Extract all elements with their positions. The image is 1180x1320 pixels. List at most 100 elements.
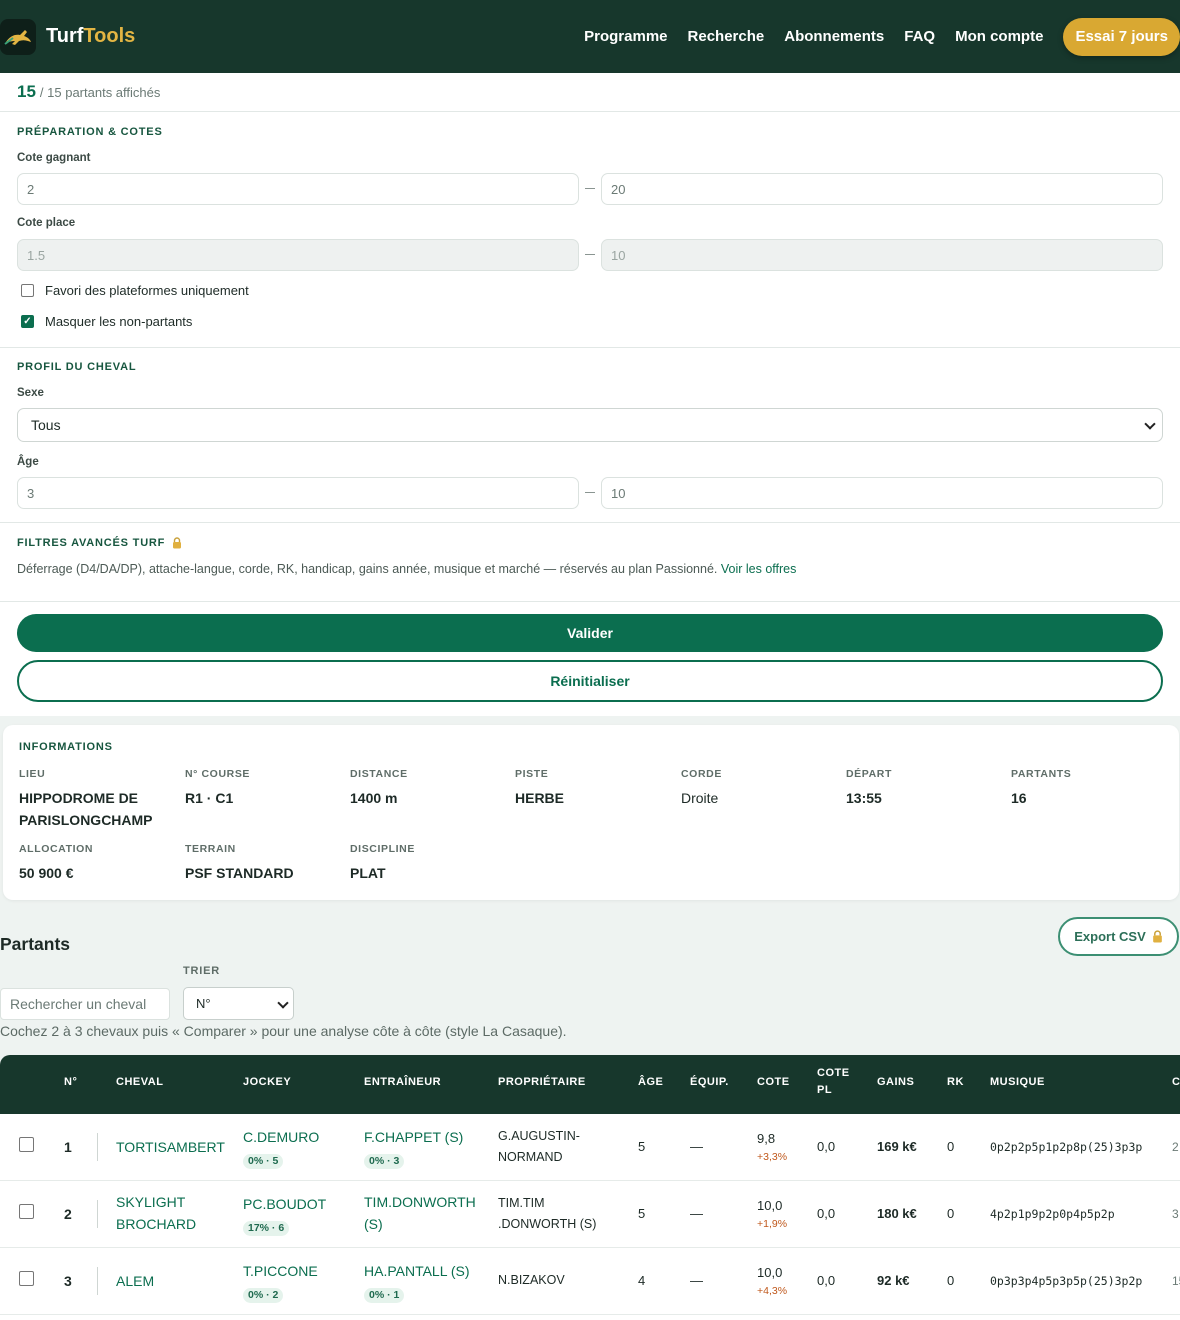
export-csv-label: Export CSV bbox=[1074, 929, 1146, 944]
col-header-equip[interactable]: ÉQUIP. bbox=[690, 1074, 729, 1091]
cell-num: 1 bbox=[64, 1139, 72, 1155]
range-dash bbox=[585, 492, 595, 493]
top-navbar: TurfTools Programme Recherche Abonnement… bbox=[0, 0, 1180, 73]
cell-jockey[interactable]: C.DEMURO 0% · 5 bbox=[243, 1126, 319, 1170]
divider bbox=[97, 1200, 98, 1228]
chevron-down-icon bbox=[277, 997, 289, 1009]
cell-gains: 180 k€ bbox=[877, 1206, 917, 1221]
export-csv-button[interactable]: Export CSV bbox=[1058, 917, 1179, 956]
jockey-link[interactable]: PC.BOUDOT bbox=[243, 1193, 326, 1215]
cell-jockey[interactable]: T.PICCONE 0% · 2 bbox=[243, 1260, 318, 1304]
cote-gagnant-min-input[interactable]: 2 bbox=[17, 173, 579, 205]
cell-cote-pl: 0,0 bbox=[817, 1139, 836, 1154]
col-header-cote-pl[interactable]: COTE PL bbox=[817, 1065, 857, 1099]
info-value: PLAT bbox=[350, 865, 386, 881]
brand-name[interactable]: TurfTools bbox=[46, 25, 135, 48]
masquer-checkbox[interactable]: ✓ bbox=[21, 315, 34, 328]
cote-value: 10,0 bbox=[757, 1265, 783, 1280]
cote-gagnant-label: Cote gagnant bbox=[17, 152, 91, 164]
reinitialiser-button[interactable]: Réinitialiser bbox=[17, 660, 1163, 702]
info-value: Droite bbox=[681, 790, 719, 806]
row-checkbox[interactable] bbox=[19, 1137, 34, 1152]
nav-link-programme[interactable]: Programme bbox=[584, 28, 667, 45]
age-min-input[interactable]: 3 bbox=[17, 477, 579, 509]
col-header-rk[interactable]: RK bbox=[947, 1074, 964, 1091]
favori-label: Favori des plateformes uniquement bbox=[45, 283, 249, 298]
col-header-gains[interactable]: GAINS bbox=[877, 1074, 914, 1091]
col-header-age[interactable]: ÂGE bbox=[638, 1074, 663, 1091]
cell-cheval-link[interactable]: ALEM bbox=[116, 1270, 154, 1292]
entraineur-link[interactable]: HA.PANTALL (S) bbox=[364, 1260, 470, 1282]
cell-jockey[interactable]: PC.BOUDOT 17% · 6 bbox=[243, 1193, 326, 1237]
nav-link-recherche[interactable]: Recherche bbox=[688, 28, 765, 45]
col-header-jockey[interactable]: JOCKEY bbox=[243, 1074, 291, 1091]
cote-place-min-input[interactable]: 1.5 bbox=[17, 239, 579, 271]
col-header-musique[interactable]: MUSIQUE bbox=[990, 1074, 1045, 1091]
nav-link-mon-compte[interactable]: Mon compte bbox=[955, 28, 1043, 45]
age-max-input[interactable]: 10 bbox=[601, 477, 1163, 509]
search-horse-input[interactable]: Rechercher un cheval bbox=[0, 988, 170, 1020]
favori-checkbox-row[interactable]: Favori des plateformes uniquement bbox=[21, 283, 249, 298]
table-row[interactable]: 3 ALEM T.PICCONE 0% · 2 HA.PANTALL (S) 0… bbox=[0, 1248, 1180, 1315]
col-header-num[interactable]: N° bbox=[64, 1074, 77, 1091]
info-partants: PARTANTS 16 bbox=[1011, 768, 1171, 809]
valider-button[interactable]: Valider bbox=[17, 614, 1163, 652]
col-header-entraineur[interactable]: ENTRAÎNEUR bbox=[364, 1074, 441, 1091]
cell-entraineur[interactable]: TIM.DONWORTH (S) bbox=[364, 1191, 479, 1235]
cell-rk: 0 bbox=[947, 1273, 955, 1288]
masquer-checkbox-row[interactable]: ✓ Masquer les non-partants bbox=[21, 314, 192, 329]
cell-age: 5 bbox=[638, 1139, 646, 1154]
voir-offres-link[interactable]: Voir les offres bbox=[721, 562, 797, 576]
cell-cheval-link[interactable]: SKYLIGHT BROCHARD bbox=[116, 1191, 226, 1235]
cote-delta: +3,3% bbox=[757, 1151, 788, 1163]
cote-gagnant-max-input[interactable]: 20 bbox=[601, 173, 1163, 205]
cell-cote: 10,0 +4,3% bbox=[757, 1262, 787, 1298]
cell-entraineur[interactable]: F.CHAPPET (S) 0% · 3 bbox=[364, 1126, 463, 1170]
trier-label: TRIER bbox=[183, 965, 220, 977]
col-header-proprietaire[interactable]: PROPRIÉTAIRE bbox=[498, 1074, 586, 1091]
entraineur-link[interactable]: TIM.DONWORTH (S) bbox=[364, 1191, 479, 1235]
row-checkbox[interactable] bbox=[19, 1204, 34, 1219]
col-header-cheval[interactable]: CHEVAL bbox=[116, 1074, 163, 1091]
results-count: 15 / 15 partants affichés bbox=[17, 73, 160, 111]
count-shown: 15 bbox=[17, 82, 36, 101]
col-header-cote[interactable]: COTE bbox=[757, 1074, 790, 1091]
cell-rk: 0 bbox=[947, 1139, 955, 1154]
range-dash bbox=[585, 188, 595, 189]
cell-cheval-link[interactable]: TORTISAMBERT bbox=[116, 1136, 225, 1158]
profil-section-title: PROFIL DU CHEVAL bbox=[17, 361, 137, 373]
table-row[interactable]: 1 TORTISAMBERT C.DEMURO 0% · 5 F.CHAPPET… bbox=[0, 1114, 1180, 1181]
cell-entraineur[interactable]: HA.PANTALL (S) 0% · 1 bbox=[364, 1260, 470, 1304]
cell-rk: 0 bbox=[947, 1206, 955, 1221]
nav-link-faq[interactable]: FAQ bbox=[904, 28, 935, 45]
info-piste: PISTE HERBE bbox=[515, 768, 675, 809]
cote-place-max-input[interactable]: 10 bbox=[601, 239, 1163, 271]
logo-horse-icon[interactable] bbox=[0, 18, 36, 55]
sort-select[interactable]: N° bbox=[183, 987, 294, 1020]
nav-link-abonnements[interactable]: Abonnements bbox=[784, 28, 884, 45]
favori-checkbox[interactable] bbox=[21, 284, 34, 297]
nav-links: Programme Recherche Abonnements FAQ Mon … bbox=[584, 0, 1180, 73]
cell-cote-pl: 0,0 bbox=[817, 1206, 836, 1221]
table-row[interactable]: 2 SKYLIGHT BROCHARD PC.BOUDOT 17% · 6 TI… bbox=[0, 1181, 1180, 1248]
compare-hint: Cochez 2 à 3 chevaux puis « Comparer » p… bbox=[0, 1023, 567, 1039]
sexe-select[interactable]: Tous bbox=[17, 408, 1163, 442]
info-label: DISTANCE bbox=[350, 768, 408, 780]
entraineur-pct-badge: 0% · 1 bbox=[364, 1288, 405, 1303]
entraineur-link[interactable]: F.CHAPPET (S) bbox=[364, 1126, 463, 1148]
divider bbox=[0, 111, 1180, 112]
info-value: PSF STANDARD bbox=[185, 865, 294, 881]
jockey-link[interactable]: T.PICCONE bbox=[243, 1260, 318, 1282]
info-label: DISCIPLINE bbox=[350, 843, 415, 855]
row-checkbox[interactable] bbox=[19, 1271, 34, 1286]
chevron-down-icon bbox=[1144, 418, 1156, 430]
info-value: 16 bbox=[1011, 790, 1027, 806]
col-header-c[interactable]: C bbox=[1172, 1074, 1180, 1091]
jockey-link[interactable]: C.DEMURO bbox=[243, 1126, 319, 1148]
info-value: R1 · C1 bbox=[185, 790, 234, 806]
cell-proprietaire: N.BIZAKOV bbox=[498, 1273, 565, 1287]
cell-c: 3 bbox=[1172, 1207, 1179, 1221]
trial-button[interactable]: Essai 7 jours bbox=[1063, 17, 1180, 56]
info-label: ALLOCATION bbox=[19, 843, 94, 855]
entraineur-pct-badge: 0% · 3 bbox=[364, 1154, 405, 1169]
